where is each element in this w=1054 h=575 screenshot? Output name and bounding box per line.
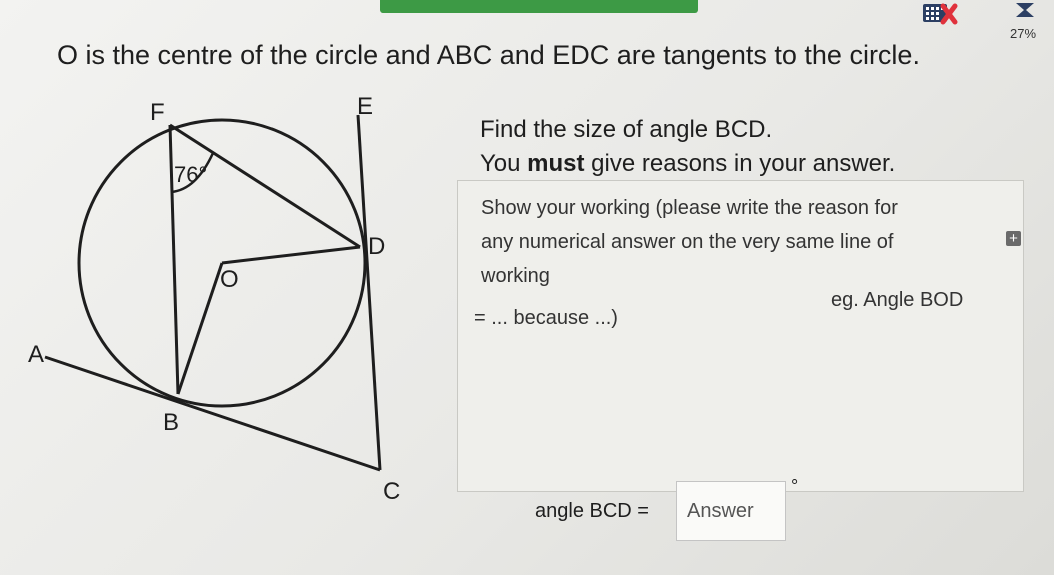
working-placeholder-line-2: any numerical answer on the very same li… <box>481 231 894 253</box>
progress-text: 27% <box>1010 26 1037 41</box>
label-O: O <box>220 266 239 293</box>
radius-OB <box>176 262 224 395</box>
working-placeholder-line-1: Show your working (please write the reas… <box>481 197 898 219</box>
expand-plus-icon[interactable]: + <box>1006 231 1021 246</box>
top-progress-bar <box>380 0 698 13</box>
question-statement: O is the centre of the circle and ABC an… <box>57 40 920 70</box>
label-C: C <box>383 478 400 505</box>
answer-input[interactable] <box>676 481 786 541</box>
hourglass-progress-icon <box>1016 3 1034 17</box>
task-line-1: Find the size of angle BCD. <box>480 116 773 143</box>
answer-label: angle BCD = <box>535 500 649 522</box>
task-instructions: Find the size of angle BCD. You must giv… <box>480 113 895 181</box>
label-E: E <box>357 93 373 120</box>
angle-label-76: 76° <box>174 162 207 187</box>
calculator-disallowed-icon <box>923 3 958 25</box>
radius-OD <box>221 245 361 265</box>
circle-tangent-diagram: 76° F E D O A B C <box>28 93 400 505</box>
working-placeholder-line-4: = ... because ...) <box>474 307 618 329</box>
label-A: A <box>28 341 44 368</box>
label-B: B <box>163 409 179 436</box>
emphasis-must: must <box>527 150 585 177</box>
label-D: D <box>368 233 385 260</box>
working-placeholder-line-3: working <box>481 265 550 287</box>
working-textarea[interactable]: Show your working (please write the reas… <box>457 180 1024 492</box>
label-F: F <box>150 99 165 126</box>
working-placeholder-example: eg. Angle BOD <box>831 289 964 311</box>
tangent-ABC <box>44 355 381 472</box>
degree-unit: ° <box>791 476 799 496</box>
task-line-2: You must give reasons in your answer. <box>480 150 896 177</box>
